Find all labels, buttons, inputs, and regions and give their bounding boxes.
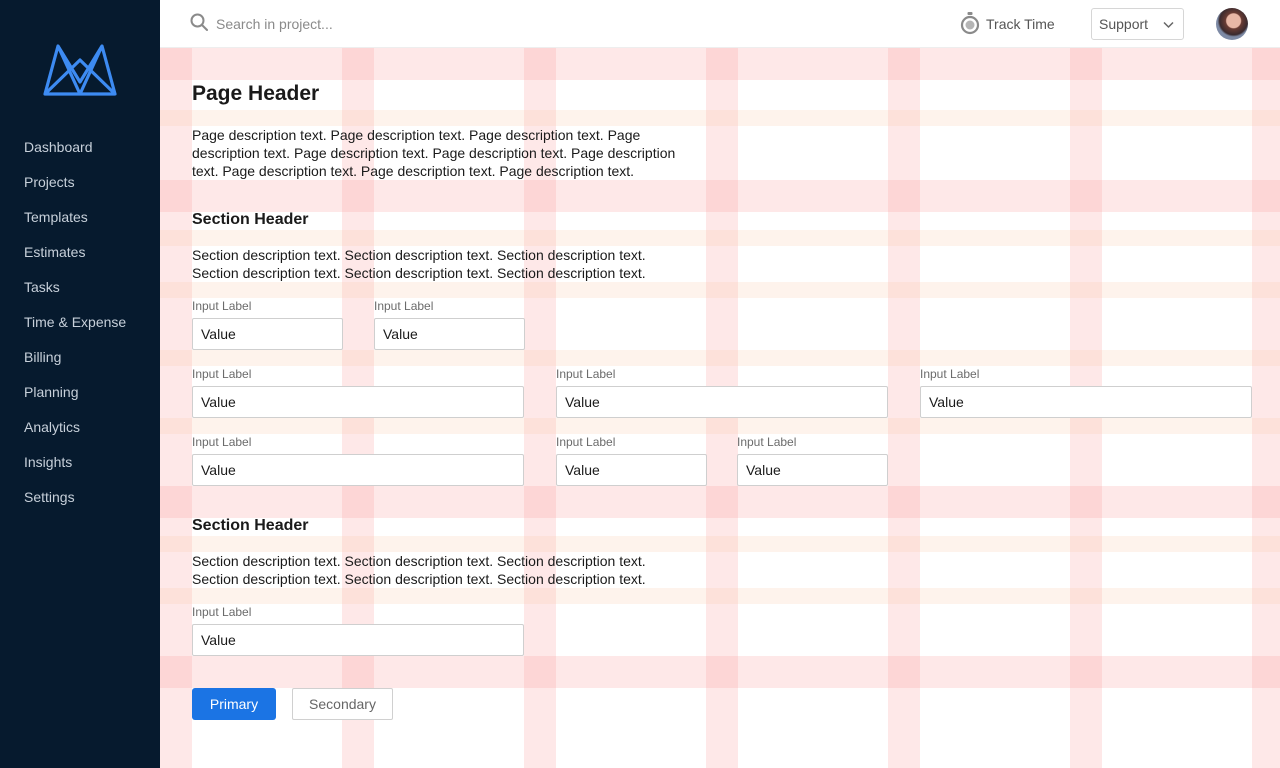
grid-row: [160, 350, 1280, 366]
stopwatch-icon: [960, 11, 986, 38]
grid-row: [160, 48, 1280, 80]
text-input[interactable]: [192, 624, 524, 656]
input-label: Input Label: [192, 367, 252, 381]
form-field: Input Label: [374, 298, 525, 350]
text-input[interactable]: [920, 386, 1252, 418]
grid-row: [160, 180, 1280, 212]
grid-column: [1252, 48, 1280, 768]
sidebar: Dashboard Projects Templates Estimates T…: [0, 0, 160, 768]
grid-row: [160, 588, 1280, 604]
section-description: Section description text. Section descri…: [192, 247, 646, 281]
input-label: Input Label: [374, 299, 434, 313]
page-title: Page Header: [192, 82, 320, 105]
sidebar-item-analytics[interactable]: Analytics: [0, 410, 160, 445]
sidebar-item-insights[interactable]: Insights: [0, 445, 160, 480]
grid-row: [160, 536, 1280, 552]
support-dropdown[interactable]: Support: [1091, 8, 1184, 40]
text-input[interactable]: [737, 454, 888, 486]
search-bar: [190, 13, 456, 35]
app-logo-icon[interactable]: [43, 42, 117, 96]
sidebar-item-planning[interactable]: Planning: [0, 375, 160, 410]
input-label: Input Label: [192, 435, 252, 449]
search-input[interactable]: [216, 16, 456, 32]
form-field: Input Label: [192, 434, 524, 486]
sidebar-item-settings[interactable]: Settings: [0, 480, 160, 515]
grid-row: [160, 418, 1280, 434]
grid-column: [160, 48, 192, 768]
input-label: Input Label: [192, 299, 252, 313]
sidebar-item-time-expense[interactable]: Time & Expense: [0, 305, 160, 340]
section-header: Section Header: [192, 517, 309, 534]
form-field: Input Label: [556, 366, 888, 418]
form-field: Input Label: [192, 604, 524, 656]
text-input[interactable]: [556, 454, 707, 486]
text-input[interactable]: [192, 318, 343, 350]
section-header: Section Header: [192, 211, 309, 228]
input-label: Input Label: [920, 367, 980, 381]
sidebar-item-billing[interactable]: Billing: [0, 340, 160, 375]
search-icon: [190, 13, 208, 36]
grid-row: [160, 486, 1280, 518]
support-label: Support: [1099, 16, 1149, 32]
track-time-label: Track Time: [986, 16, 1055, 32]
grid-column: [888, 48, 920, 768]
grid-row: [160, 282, 1280, 298]
text-input[interactable]: [374, 318, 525, 350]
input-label: Input Label: [556, 367, 616, 381]
text-input[interactable]: [192, 454, 524, 486]
input-label: Input Label: [556, 435, 616, 449]
text-input[interactable]: [556, 386, 888, 418]
user-avatar[interactable]: [1216, 8, 1248, 40]
sidebar-item-tasks[interactable]: Tasks: [0, 270, 160, 305]
sidebar-item-templates[interactable]: Templates: [0, 200, 160, 235]
form-field: Input Label: [737, 434, 888, 486]
sidebar-nav: Dashboard Projects Templates Estimates T…: [0, 130, 160, 515]
primary-button[interactable]: Primary: [192, 688, 276, 720]
sidebar-item-estimates[interactable]: Estimates: [0, 235, 160, 270]
sidebar-item-dashboard[interactable]: Dashboard: [0, 130, 160, 165]
grid-row: [160, 110, 1280, 126]
form-field: Input Label: [192, 366, 524, 418]
section-description: Section description text. Section descri…: [192, 553, 646, 587]
form-field: Input Label: [192, 298, 343, 350]
grid-row: [160, 656, 1280, 688]
text-input[interactable]: [192, 386, 524, 418]
grid-row: [160, 230, 1280, 246]
track-time-button[interactable]: Track Time: [960, 11, 1055, 38]
secondary-button[interactable]: Secondary: [292, 688, 393, 720]
top-bar: Track Time Support: [160, 0, 1280, 48]
sidebar-item-projects[interactable]: Projects: [0, 165, 160, 200]
form-field: Input Label: [556, 434, 707, 486]
input-label: Input Label: [737, 435, 797, 449]
page-description: Page description text. Page description …: [192, 127, 676, 179]
input-label: Input Label: [192, 605, 252, 619]
form-field: Input Label: [920, 366, 1252, 418]
